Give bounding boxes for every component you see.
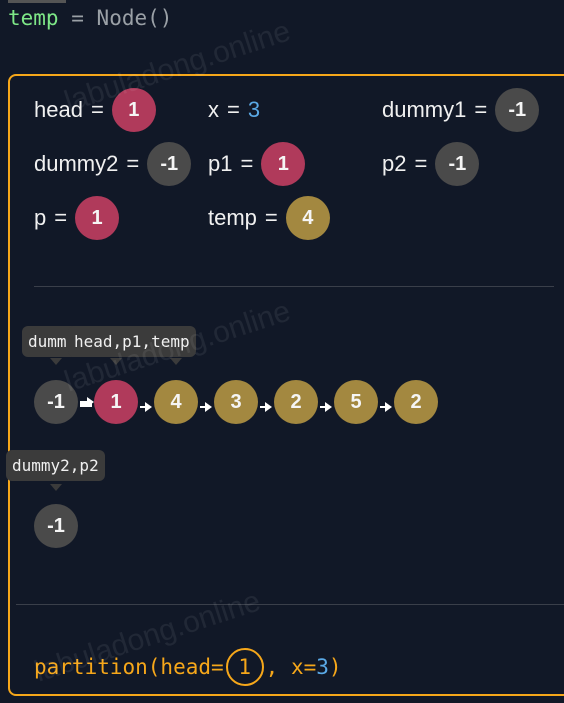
list-node[interactable]: -1 bbox=[34, 380, 78, 424]
var-name: p bbox=[34, 205, 47, 230]
call-func: partition(head= bbox=[34, 655, 224, 679]
var-x[interactable]: x = 3 bbox=[208, 88, 260, 132]
node-circle: -1 bbox=[147, 142, 192, 186]
list-node[interactable]: 5 bbox=[334, 380, 378, 424]
pointer-label-head: head,p1,temp bbox=[68, 326, 196, 357]
call-arg: 1 bbox=[238, 655, 251, 679]
link-arrow bbox=[80, 397, 94, 407]
var-dummy1[interactable]: dummy1 = -1 bbox=[382, 88, 540, 132]
top-divider bbox=[8, 0, 66, 3]
node-circle: -1 bbox=[495, 88, 540, 132]
link-arrow bbox=[320, 402, 332, 412]
list-node[interactable]: 1 bbox=[94, 380, 138, 424]
call-x: 3 bbox=[316, 655, 329, 679]
var-name: dummy2 bbox=[34, 151, 119, 176]
section-divider bbox=[16, 604, 564, 605]
link-arrow bbox=[260, 402, 272, 412]
code-var: temp bbox=[8, 6, 59, 30]
var-name: temp bbox=[208, 205, 257, 230]
var-temp[interactable]: temp = 4 bbox=[208, 196, 330, 240]
node-circle: 1 bbox=[261, 142, 306, 186]
call-close: ) bbox=[328, 655, 342, 679]
link-arrow bbox=[380, 402, 392, 412]
call-arg-node[interactable]: 1 bbox=[225, 648, 264, 686]
list-node[interactable]: 2 bbox=[274, 380, 318, 424]
node-circle: -1 bbox=[435, 142, 480, 186]
var-value: 3 bbox=[247, 97, 261, 122]
var-head[interactable]: head = 1 bbox=[34, 88, 156, 132]
list-node[interactable]: 3 bbox=[214, 380, 258, 424]
link-arrow bbox=[140, 402, 152, 412]
pointer-arrow bbox=[50, 484, 62, 491]
var-name: p1 bbox=[208, 151, 233, 176]
section-divider bbox=[34, 286, 554, 287]
var-p1[interactable]: p1 = 1 bbox=[208, 142, 306, 186]
link-arrow bbox=[200, 402, 212, 412]
code-eq: = bbox=[71, 6, 84, 30]
var-dummy2[interactable]: dummy2 = -1 bbox=[34, 142, 192, 186]
pointer-label-dummy2: dummy2,p2 bbox=[6, 450, 105, 481]
var-name: p2 bbox=[382, 151, 407, 176]
call-sep: , x= bbox=[265, 655, 317, 679]
list-node[interactable]: -1 bbox=[34, 504, 78, 548]
node-circle: 1 bbox=[111, 88, 156, 132]
function-call: partition(head= 1 , x= 3 ) bbox=[34, 648, 342, 686]
list-node[interactable]: 2 bbox=[394, 380, 438, 424]
list-node[interactable]: 4 bbox=[154, 380, 198, 424]
var-p2[interactable]: p2 = -1 bbox=[382, 142, 480, 186]
var-name: head bbox=[34, 97, 83, 122]
var-name: x bbox=[208, 97, 219, 122]
pointer-arrow bbox=[50, 358, 62, 365]
node-circle: 1 bbox=[75, 196, 120, 240]
code-rhs: Node() bbox=[96, 6, 173, 30]
var-p[interactable]: p = 1 bbox=[34, 196, 120, 240]
pointer-arrow bbox=[110, 358, 122, 365]
node-circle: 4 bbox=[285, 196, 330, 240]
pointer-arrow bbox=[170, 358, 182, 365]
code-line: temp = Node() bbox=[8, 6, 172, 30]
var-name: dummy1 bbox=[382, 97, 467, 122]
